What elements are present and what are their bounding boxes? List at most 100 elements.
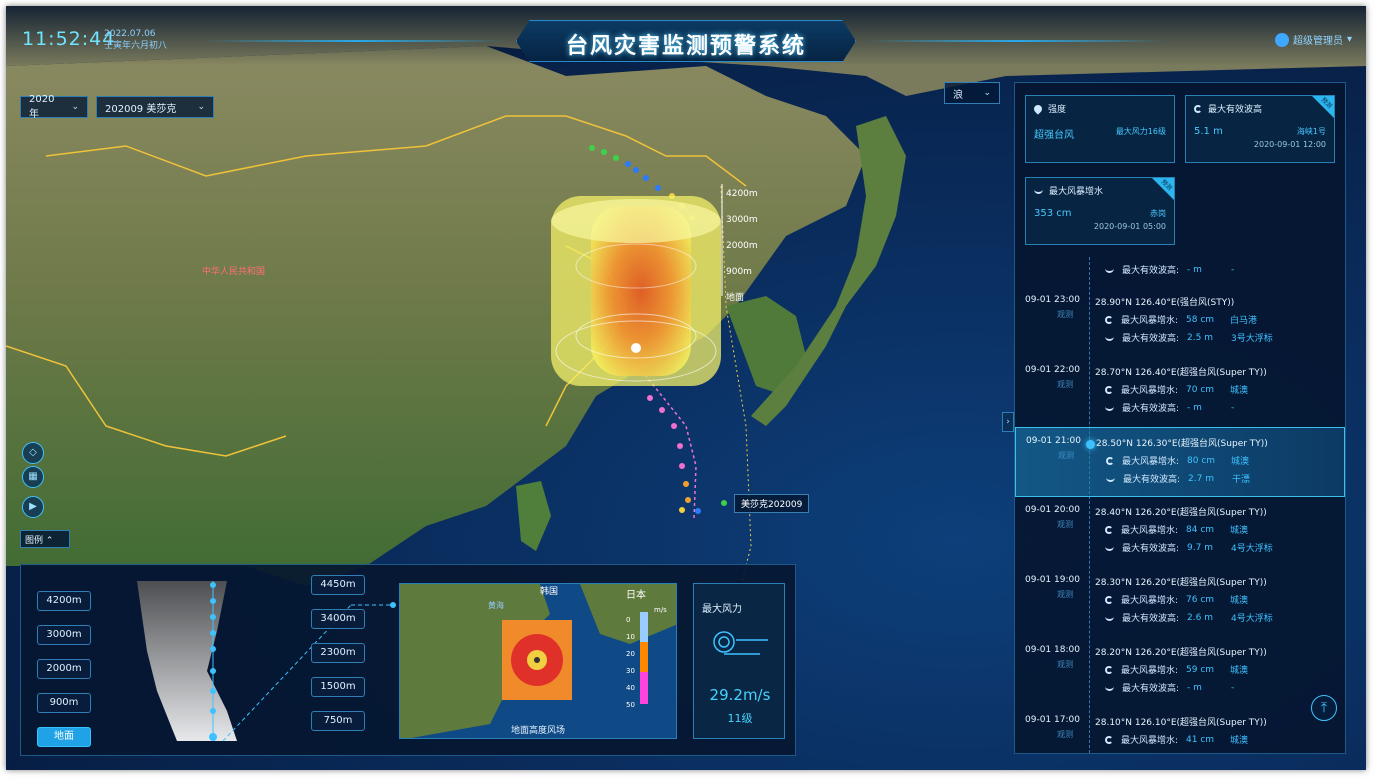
surge-value: 353 cm (1034, 208, 1072, 219)
row-location: 4号大浮标 (1231, 544, 1273, 554)
alt-label: 2000m (726, 241, 758, 251)
timeline-item[interactable]: 09-01 17:00 观测 28.10°N 126.10°E(超强台风(Super… (1015, 707, 1345, 753)
chevron-down-icon: ⌄ (983, 88, 991, 98)
wave-icon (1105, 405, 1114, 411)
lunar-date-text: 壬寅年六月初八 (104, 41, 168, 51)
surge-time: 2020-09-01 05:00 (1093, 222, 1166, 231)
year-select-value: 2020年 (29, 94, 55, 120)
altitude-button[interactable]: 3000m (37, 625, 91, 645)
item-time: 09-01 23:00 (1025, 295, 1080, 305)
timeline-item[interactable]: 09-01 21:00 观测 28.50°N 126.30°E(超强台风(Super… (1015, 427, 1345, 497)
altitude-button[interactable]: 2300m (311, 643, 365, 663)
date-block: 2022.07.06 壬寅年六月初八 (104, 28, 167, 52)
altitude-button[interactable]: 4450m (311, 575, 365, 595)
surge-card: 最大风暴增水 353 cm 赤岗 2020-09-01 05:00 预测 (1025, 177, 1175, 245)
item-position: 28.40°N 126.20°E(超强台风(Super TY)) (1095, 508, 1267, 518)
row-label: 最大有效波高: (1123, 475, 1181, 485)
altitude-button[interactable]: 4200m (37, 591, 91, 611)
intensity-card: 强度 超强台风 最大风力16级 (1025, 95, 1175, 163)
chevron-up-icon: ⌃ (45, 536, 54, 546)
altitude-button[interactable]: 1500m (311, 677, 365, 697)
play-icon: ▶ (29, 501, 37, 512)
timeline-item[interactable]: 09-01 19:00 观测 28.30°N 126.20°E(超强台风(Super… (1015, 567, 1345, 637)
item-time: 09-01 20:00 (1025, 505, 1080, 515)
wave-icon (1105, 685, 1114, 691)
row-value: 84 cm (1186, 524, 1215, 535)
item-time: 09-01 22:00 (1025, 365, 1080, 375)
item-position: 28.90°N 126.40°E(强台风(STY)) (1095, 298, 1235, 308)
app-frame: 4200m 3000m 2000m 900m 地面 中华人民共和国 美莎克202… (6, 6, 1366, 770)
wind-icon (713, 631, 768, 655)
alt-label: 900m (726, 267, 752, 277)
wave-card: 最大有效波高 5.1 m 海峡1号 2020-09-01 12:00 预测 (1185, 95, 1335, 163)
item-status: 观测 (1057, 660, 1073, 669)
chevron-down-icon: ⌄ (197, 102, 205, 112)
timeline-item[interactable]: 09-01 20:00 观测 28.40°N 126.20°E(超强台风(Super… (1015, 497, 1345, 567)
user-menu[interactable]: 超级管理员 ▾ (1274, 32, 1352, 47)
item-position: 28.20°N 126.20°E(超强台风(Super TY)) (1095, 648, 1267, 658)
taiwan-island (516, 481, 551, 551)
mini-map-caption: 地面高度风场 (510, 726, 565, 736)
row-location: 白马港 (1230, 316, 1258, 326)
legend-label: 图例 (25, 536, 44, 546)
surge-sub: 赤岗 (1150, 209, 1166, 218)
arrow-up-icon: ⤒ (1320, 700, 1328, 716)
altitude-button[interactable]: 2000m (37, 659, 91, 679)
panel-collapse-button[interactable]: › (1002, 412, 1014, 432)
wave-icon (1105, 267, 1114, 273)
typhoon-select-value: 202009 美莎克 (105, 103, 177, 115)
wind-field-image (400, 584, 676, 738)
timeline-item[interactable]: 09-01 23:00 观测 28.90°N 126.40°E(强台风(STY)) 最… (1015, 287, 1345, 357)
item-status: 观测 (1057, 520, 1073, 529)
vertical-profile-panel: 4200m 3000m 2000m 900m 地面 4450m 3400m 2300m 150… (20, 564, 796, 756)
wave-time: 2020-09-01 12:00 (1253, 140, 1326, 149)
typhoon-label[interactable]: 美莎克202009 (734, 494, 810, 513)
timeline-list[interactable]: 最大有效波高: - m - 09-01 23:00 观测 28.90°N 126.4… (1015, 257, 1345, 753)
item-status: 观测 (1057, 590, 1073, 599)
item-status: 观测 (1057, 730, 1073, 739)
timeline-item[interactable]: 09-01 18:00 观测 28.20°N 126.20°E(超强台风(Super… (1015, 637, 1345, 707)
row-label: 最大有效波高: (1122, 404, 1180, 414)
year-select[interactable]: 2020年 ⌄ (20, 94, 88, 120)
row-location: 城澳 (1230, 596, 1249, 606)
map-layer-button[interactable]: ▦ (22, 466, 44, 488)
cube-view-button[interactable]: ◇ (22, 442, 44, 464)
user-avatar-icon (1274, 32, 1289, 47)
max-wind-level: 11级 (727, 712, 753, 725)
timeline-item[interactable]: 最大有效波高: - m - (1015, 257, 1345, 279)
item-status: 观测 (1057, 380, 1073, 389)
row-value: 2.7 m (1188, 473, 1214, 484)
row-location: 城澳 (1230, 666, 1249, 676)
play-button[interactable]: ▶ (22, 496, 44, 518)
altitude-button[interactable]: 750m (311, 711, 365, 731)
current-point-icon (1086, 440, 1095, 449)
layer-select[interactable]: 浪 ⌄ (944, 82, 1000, 104)
wave-value: 5.1 m (1194, 126, 1223, 137)
surge-icon (1105, 595, 1113, 604)
row-label: 最大风暴增水: (1121, 666, 1179, 676)
scale-tick-label: 40 (626, 684, 635, 692)
item-position: 28.10°N 126.10°E(超强台风(Super TY)) (1095, 718, 1267, 728)
intensity-value: 超强台风 (1034, 130, 1074, 141)
chevron-down-icon: ▾ (1346, 34, 1352, 45)
legend-toggle[interactable]: 图例 ⌃ (20, 530, 70, 548)
max-wind-title: 最大风力 (702, 604, 742, 615)
wave-icon (1106, 476, 1115, 482)
altitude-button[interactable]: 3400m (311, 609, 365, 629)
header-bar: 11:52:44 2022.07.06 壬寅年六月初八 台风灾害监测预警系统 超… (6, 6, 1366, 66)
typhoon-select[interactable]: 202009 美莎克 ⌄ (96, 96, 214, 118)
surge-icon (1034, 188, 1043, 194)
surge-caption: 最大风暴增水 (1049, 187, 1104, 197)
row-location: 城澳 (1231, 457, 1250, 467)
layer-select-value: 浪 (953, 89, 963, 101)
wave-sub: 海峡1号 (1296, 127, 1326, 136)
korea-label: 韩国 (540, 587, 559, 597)
back-to-top-button[interactable]: ⤒ (1311, 695, 1337, 721)
japan-label: 日本 (626, 590, 646, 601)
row-label: 最大风暴增水: (1121, 526, 1179, 536)
timeline-item[interactable]: 09-01 22:00 观测 28.70°N 126.40°E(超强台风(Super… (1015, 357, 1345, 427)
altitude-button[interactable]: 900m (37, 693, 91, 713)
surface-wind-map[interactable]: 韩国 日本 黄海 m/s 0 10 20 30 40 50 (399, 583, 677, 739)
row-location: 城澳 (1230, 386, 1249, 396)
altitude-button[interactable]: 地面 (37, 727, 91, 747)
